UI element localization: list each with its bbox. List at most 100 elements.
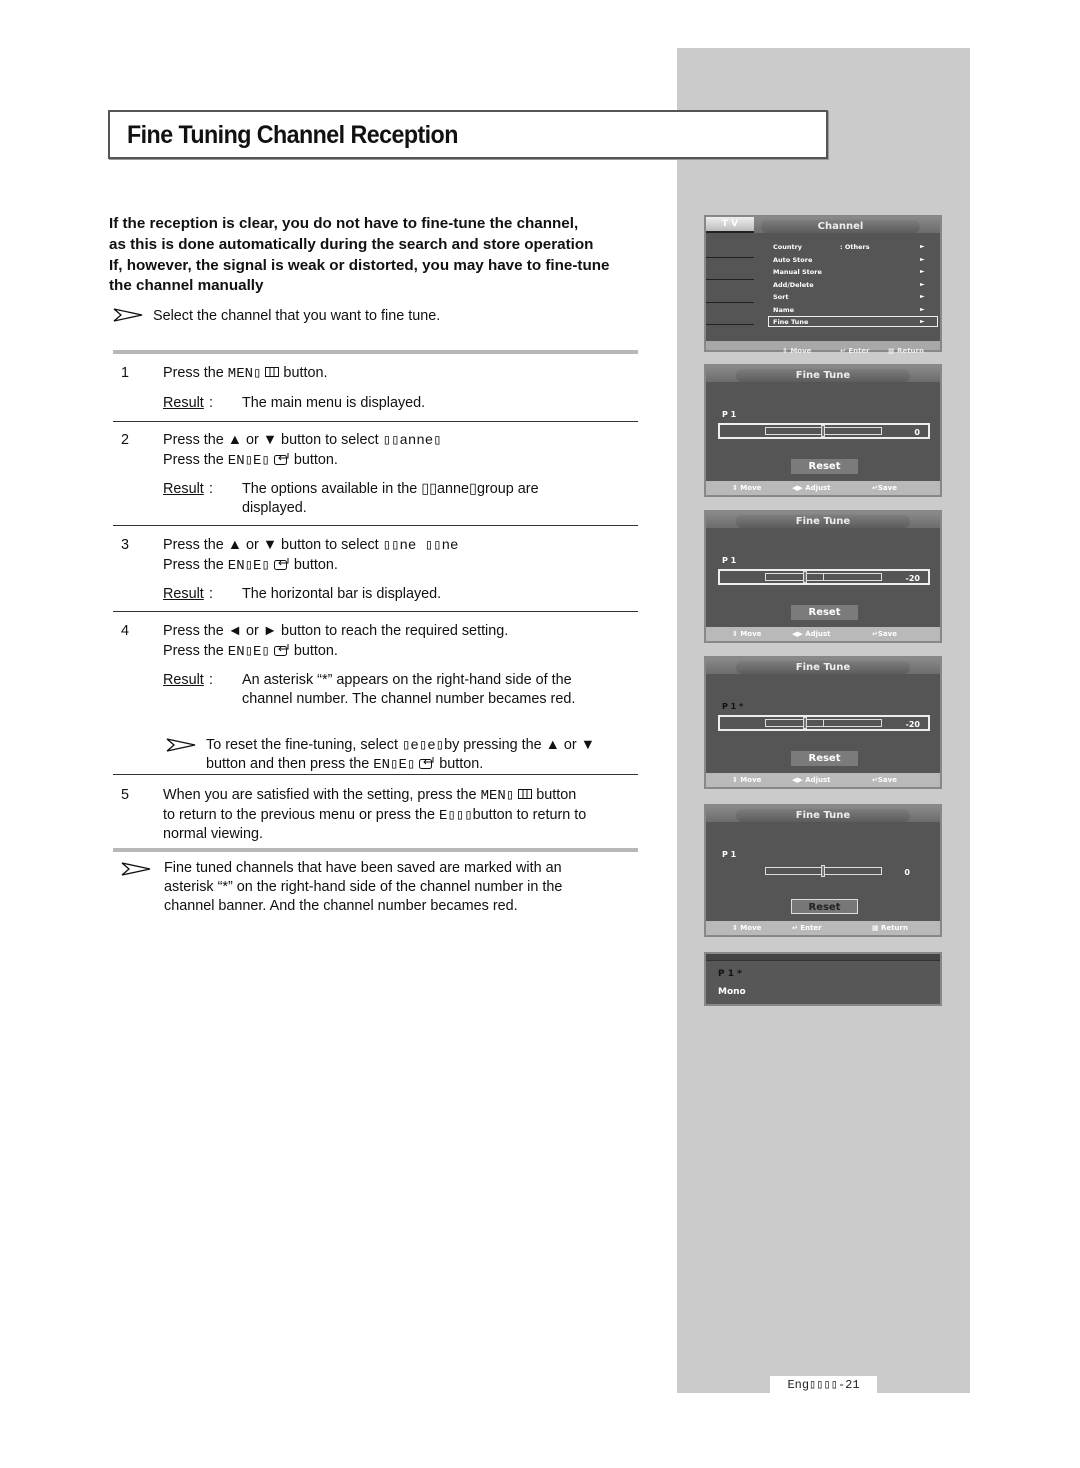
button-name: EN▯E▯: [227, 452, 270, 469]
reset-button[interactable]: Reset: [791, 605, 858, 620]
menu-selection-highlight: [768, 316, 938, 327]
result-text: An asterisk “*” appears on the right-han…: [242, 671, 622, 709]
tv-tab-divider: [706, 324, 754, 325]
fine-tune-slider[interactable]: [765, 571, 882, 583]
step-text: Press the ◄ or ► button to reach the req…: [163, 623, 509, 639]
result-text: The options available in the ▯▯anne▯grou…: [242, 480, 572, 518]
result-line: The main menu is displayed.: [242, 394, 426, 411]
slider-thumb[interactable]: [821, 425, 825, 437]
fine-tune-slider[interactable]: [765, 425, 882, 437]
tv-footer: ⇕ Move ◀▶ Adjust ↵Save: [706, 627, 940, 641]
fine-tune-title: Fine Tune: [736, 515, 910, 528]
fine-tune-slider[interactable]: [765, 865, 882, 877]
enter-label: Enter: [848, 347, 870, 355]
button-name: MEN▯: [227, 366, 262, 382]
fine-tune-value: -20: [905, 574, 920, 583]
separator: [113, 421, 638, 422]
return-label: Return: [897, 347, 924, 355]
final-note-line: channel banner. And the channel number b…: [164, 898, 518, 914]
fine-tune-title: Fine Tune: [736, 369, 910, 382]
step-note-line: To reset the fine-tuning, select ▯e▯e▯by…: [206, 736, 595, 756]
separator: [113, 611, 638, 612]
menu-item-value: : Others: [840, 243, 870, 251]
fine-tune-slider[interactable]: [765, 717, 882, 729]
step-line: Press the ▲ or ▼ button to select ▯▯anne…: [163, 431, 442, 451]
enter-icon: [273, 557, 289, 570]
step-number: 4: [121, 623, 130, 639]
step-text: button to return to: [472, 806, 587, 823]
reset-button[interactable]: Reset: [791, 899, 858, 914]
tv-tab: T V: [706, 217, 754, 233]
step-line: normal viewing.: [163, 825, 263, 844]
step-text: button.: [289, 451, 338, 468]
step-number: 2: [121, 432, 130, 448]
step-text: Press the: [163, 365, 228, 381]
menu-item-auto-store[interactable]: Auto Store: [773, 256, 812, 264]
banner-channel: P 1 *: [718, 969, 742, 979]
menu-item-manual-store[interactable]: Manual Store: [773, 268, 822, 276]
separator: [113, 350, 638, 354]
menu-item-name[interactable]: Name: [773, 306, 794, 314]
channel-banner: P 1 * Mono: [704, 952, 942, 1006]
step-text: button: [532, 787, 577, 803]
step-text: button.: [289, 556, 338, 573]
step-text: to return to the previous menu or press …: [163, 806, 439, 823]
tv-footer: ⇕ Move ↵ Enter ▦ Return: [706, 921, 940, 935]
step-note-line: button and then press the EN▯E▯ button.: [206, 755, 483, 775]
save-hint: ↵Save: [872, 776, 897, 784]
enter-icon: [273, 643, 289, 656]
note-arrow-icon: [121, 862, 151, 876]
page-title: Fine Tuning Channel Reception: [127, 121, 458, 149]
button-name: ▯▯anne▯: [382, 433, 442, 449]
step-line: Press the EN▯E▯ button.: [163, 556, 338, 576]
reset-button[interactable]: Reset: [791, 751, 858, 766]
step-text: Press the: [163, 642, 228, 659]
button-name: EN▯E▯: [227, 557, 270, 574]
intro-line: If the reception is clear, you do not ha…: [109, 215, 579, 232]
intro-line: the channel manually: [109, 277, 264, 295]
move-hint: ⇕ Move: [732, 484, 762, 492]
chevron-right-icon: ►: [920, 280, 925, 288]
step-line: Press the MEN▯ button.: [163, 364, 327, 384]
step-text: To reset the fine-tuning, select: [206, 737, 402, 753]
fine-tune-screen: Fine Tune P 1 -20 Reset ⇕ Move ◀▶ Adjust ↵Save: [704, 510, 942, 643]
intro-line: as this is done automatically during the…: [109, 235, 594, 253]
slider-thumb[interactable]: [803, 717, 807, 729]
intro-note: Select the channel that you want to fine…: [153, 308, 441, 324]
note-arrow-icon: [166, 738, 196, 752]
slider-thumb[interactable]: [821, 865, 825, 877]
chevron-right-icon: ►: [920, 268, 925, 275]
adjust-hint: ◀▶ Adjust: [792, 630, 831, 638]
step-line: Press the ◄ or ► button to reach the req…: [163, 622, 508, 641]
result-text: The horizontal bar is displayed.: [242, 585, 622, 604]
menu-icon: [265, 367, 280, 377]
adjust-hint: ◀▶ Adjust: [792, 776, 831, 784]
page-number: Eng▯▯▯▯-21: [770, 1376, 877, 1394]
chevron-right-icon: ►: [920, 293, 925, 300]
intro-text: If the reception is clear, you do not ha…: [109, 214, 699, 297]
menu-item-country[interactable]: Country: [773, 243, 802, 251]
fine-tune-screen: Fine Tune P 1 0 Reset ⇕ Move ↵ Enter ▦ Return: [704, 804, 942, 937]
menu-item-add-delete[interactable]: Add/Delete: [773, 281, 814, 289]
button-name: MEN▯: [480, 788, 515, 804]
reset-button[interactable]: Reset: [791, 459, 858, 474]
result-line: channel number. The channel number becam…: [242, 691, 576, 707]
slider-thumb[interactable]: [803, 571, 807, 583]
chevron-right-icon: ►: [920, 255, 925, 263]
step-text: button and then press the: [206, 756, 374, 772]
move-hint: ⇕ Move: [782, 347, 812, 355]
separator: [113, 774, 638, 775]
enter-icon: [273, 452, 289, 465]
step-number: 3: [121, 537, 130, 553]
result-label: Result: [163, 481, 204, 497]
result-text: The main menu is displayed.: [242, 394, 622, 413]
channel-label: P 1 *: [722, 702, 744, 711]
fine-tune-screen: Fine Tune P 1 0 Reset ⇕ Move ◀▶ Adjust ↵Save: [704, 364, 942, 497]
step-text: button.: [279, 365, 328, 381]
step-text: button.: [435, 756, 484, 772]
move-hint: ⇕ Move: [732, 630, 762, 638]
menu-item-sort[interactable]: Sort: [773, 293, 788, 301]
step-line: to return to the previous menu or press …: [163, 806, 586, 826]
button-name: ▯▯ne ▯▯ne: [382, 538, 459, 554]
channel-label: P 1: [722, 556, 737, 565]
